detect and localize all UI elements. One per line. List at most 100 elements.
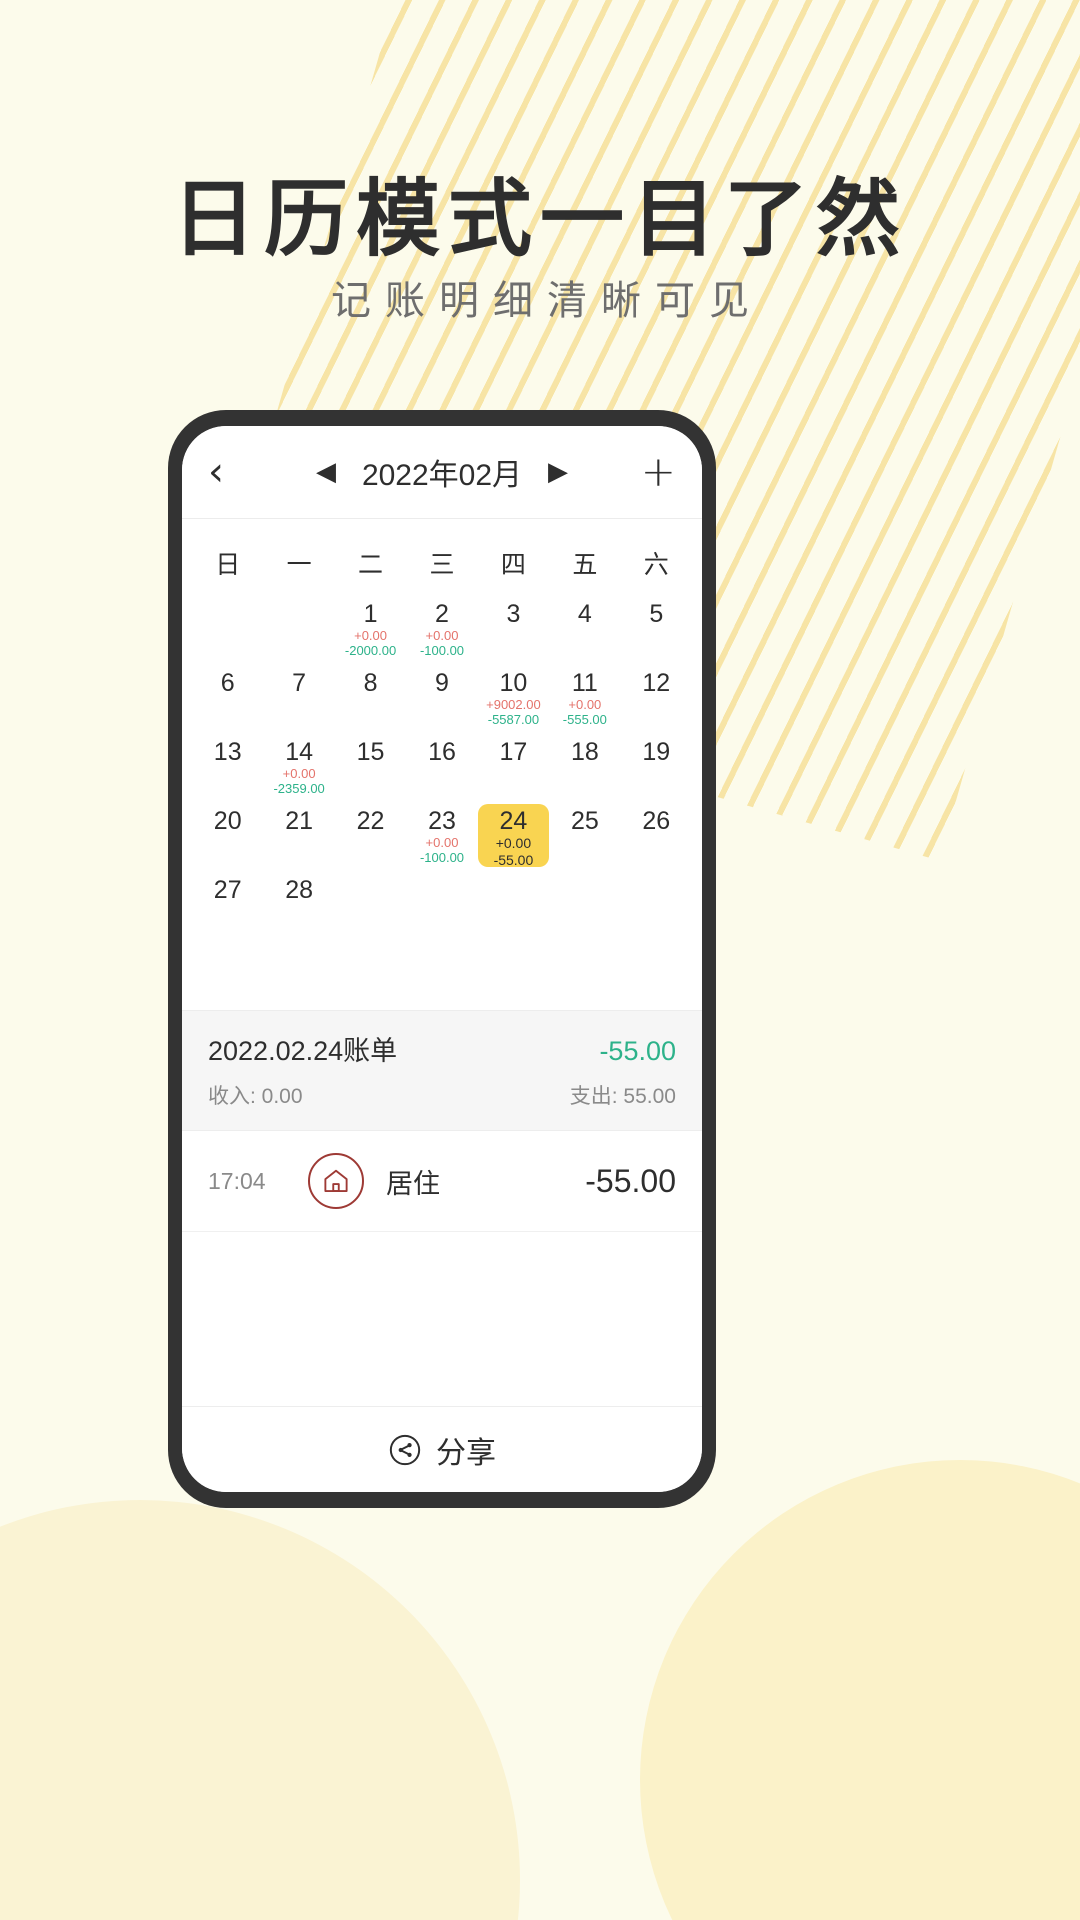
calendar: 日 一 二 三 四 五 六 1 +0.00 -2000.00 2 +0.00 -100.0… <box>182 519 702 936</box>
calendar-day-number: 11 <box>571 669 598 697</box>
calendar-day-cell[interactable]: 26 <box>621 804 692 867</box>
plus-icon[interactable]: + <box>628 451 676 493</box>
calendar-day-cell[interactable]: 4 <box>549 597 620 660</box>
calendar-day-number: 10 <box>499 669 528 697</box>
share-bar[interactable]: 分享 <box>182 1406 702 1492</box>
calendar-day-expense: -5587.00 <box>487 712 540 727</box>
phone-mockup: ‹ ◀ 2022年02月 ▶ + 日 一 二 三 四 五 六 1 +0.00 -20… <box>168 410 716 1508</box>
calendar-day-number: 17 <box>499 738 528 766</box>
transaction-list: 17:04 居住 -55.00 <box>182 1131 702 1232</box>
calendar-day-cell[interactable]: 13 <box>192 735 263 798</box>
triangle-right-icon[interactable]: ▶ <box>548 459 568 485</box>
promo-subheadline: 记账明细清晰可见 <box>331 279 763 323</box>
calendar-day-income: +0.00 <box>354 628 388 643</box>
weekday-5: 五 <box>572 551 598 579</box>
calendar-day-income: +0.00 <box>568 697 602 712</box>
calendar-day-income: +9002.00 <box>486 697 541 712</box>
calendar-day-cell[interactable]: 28 <box>263 873 334 936</box>
calendar-day-expense: -100.00 <box>419 643 465 658</box>
weekday-4: 四 <box>500 551 526 579</box>
calendar-day-expense: -2359.00 <box>273 781 325 796</box>
summary-title: 2022.02.24账单 <box>208 1036 398 1066</box>
calendar-day-number: 5 <box>649 600 664 628</box>
calendar-day-number: 9 <box>435 669 449 697</box>
calendar-day-number: 14 <box>285 738 314 766</box>
calendar-day-number: 24 <box>499 807 528 835</box>
calendar-day-number: 18 <box>570 738 599 766</box>
calendar-day-cell[interactable]: 24 +0.00 -55.00 <box>477 804 550 868</box>
calendar-day-cell[interactable]: 2 +0.00 -100.00 <box>406 597 477 660</box>
calendar-day-expense: -555.00 <box>562 712 607 727</box>
calendar-day-number: 26 <box>642 807 671 835</box>
calendar-day-cell[interactable]: 1 +0.00 -2000.00 <box>335 597 406 660</box>
calendar-day-number: 28 <box>285 876 314 904</box>
calendar-day-cell[interactable]: 3 <box>478 597 549 660</box>
summary-bottom-row: 收入: 0.00 支出: 55.00 <box>208 1080 676 1110</box>
calendar-day-number: 7 <box>292 669 307 697</box>
calendar-day-cell[interactable]: 9 <box>406 666 477 729</box>
calendar-day-number: 15 <box>356 738 385 766</box>
calendar-day-income: +0.00 <box>495 835 532 851</box>
calendar-day-number: 13 <box>213 738 242 766</box>
calendar-day-cell[interactable]: 7 <box>263 666 334 729</box>
calendar-day-expense: -100.00 <box>419 850 465 865</box>
calendar-day-cell[interactable]: 15 <box>335 735 406 798</box>
calendar-day-number: 12 <box>642 669 671 697</box>
calendar-day-cell[interactable]: 12 <box>621 666 692 729</box>
app-navbar: ‹ ◀ 2022年02月 ▶ + <box>182 426 702 518</box>
day-summary: 2022.02.24账单 -55.00 收入: 0.00 支出: 55.00 <box>182 1010 702 1131</box>
weekday-0: 日 <box>215 551 241 579</box>
transaction-row[interactable]: 17:04 居住 -55.00 <box>182 1131 702 1232</box>
summary-top-row: 2022.02.24账单 -55.00 <box>208 1029 676 1068</box>
calendar-bottom-space <box>182 936 702 1010</box>
calendar-day-cell[interactable]: 18 <box>549 735 620 798</box>
calendar-day-number: 25 <box>570 807 599 835</box>
calendar-day-cell[interactable]: 10 +9002.00 -5587.00 <box>478 666 549 729</box>
transaction-list-empty-space <box>182 1232 702 1406</box>
calendar-day-cell[interactable]: 23 +0.00 -100.00 <box>406 804 477 867</box>
calendar-day-expense: -2000.00 <box>344 643 397 658</box>
calendar-grid: 1 +0.00 -2000.00 2 +0.00 -100.00 3 4 5 6 7 8 9 10 +900… <box>192 597 692 936</box>
calendar-day-cell[interactable]: 5 <box>621 597 692 660</box>
calendar-day-cell[interactable]: 17 <box>478 735 549 798</box>
calendar-day-cell[interactable]: 11 +0.00 -555.00 <box>549 666 620 729</box>
calendar-day-number: 6 <box>220 669 235 697</box>
background-blob-right <box>640 1460 1080 1920</box>
calendar-day-cell[interactable]: 16 <box>406 735 477 798</box>
calendar-day-number: 20 <box>213 807 242 835</box>
triangle-left-icon[interactable]: ◀ <box>316 459 336 485</box>
calendar-day-number: 8 <box>363 669 378 697</box>
calendar-weekday-header: 日 一 二 三 四 五 六 <box>192 519 692 597</box>
month-title[interactable]: 2022年02月 <box>362 450 522 494</box>
share-label: 分享 <box>436 1436 496 1470</box>
month-switcher: ◀ 2022年02月 ▶ <box>256 450 628 494</box>
transaction-amount: -55.00 <box>585 1162 676 1199</box>
background-blob-left <box>0 1500 520 1920</box>
share-icon <box>388 1433 422 1467</box>
calendar-day-income: +0.00 <box>425 628 459 643</box>
calendar-day-income: +0.00 <box>425 835 459 850</box>
calendar-day-cell[interactable]: 20 <box>192 804 263 867</box>
summary-income: 收入: 0.00 <box>208 1085 303 1108</box>
calendar-day-cell[interactable]: 8 <box>335 666 406 729</box>
calendar-day-income: +0.00 <box>282 766 316 781</box>
calendar-day-number: 1 <box>363 600 378 628</box>
calendar-day-cell[interactable]: 19 <box>621 735 692 798</box>
weekday-1: 一 <box>286 551 312 579</box>
calendar-day-number: 22 <box>356 807 385 835</box>
calendar-day-cell[interactable]: 14 +0.00 -2359.00 <box>263 735 334 798</box>
calendar-day-cell[interactable]: 21 <box>263 804 334 867</box>
back-icon[interactable]: ‹ <box>208 452 256 492</box>
calendar-day-cell[interactable]: 6 <box>192 666 263 729</box>
calendar-day-cell[interactable]: 25 <box>549 804 620 867</box>
calendar-day-cell[interactable]: 22 <box>335 804 406 867</box>
calendar-day-number: 16 <box>428 738 456 766</box>
calendar-day-number: 4 <box>577 600 592 628</box>
calendar-day-number: 3 <box>506 600 521 628</box>
weekday-6: 六 <box>643 551 669 579</box>
transaction-time: 17:04 <box>208 1167 266 1194</box>
calendar-day-number: 2 <box>435 600 449 628</box>
calendar-day-cell[interactable]: 27 <box>192 873 263 936</box>
house-icon <box>308 1153 364 1209</box>
summary-total: -55.00 <box>599 1036 676 1066</box>
